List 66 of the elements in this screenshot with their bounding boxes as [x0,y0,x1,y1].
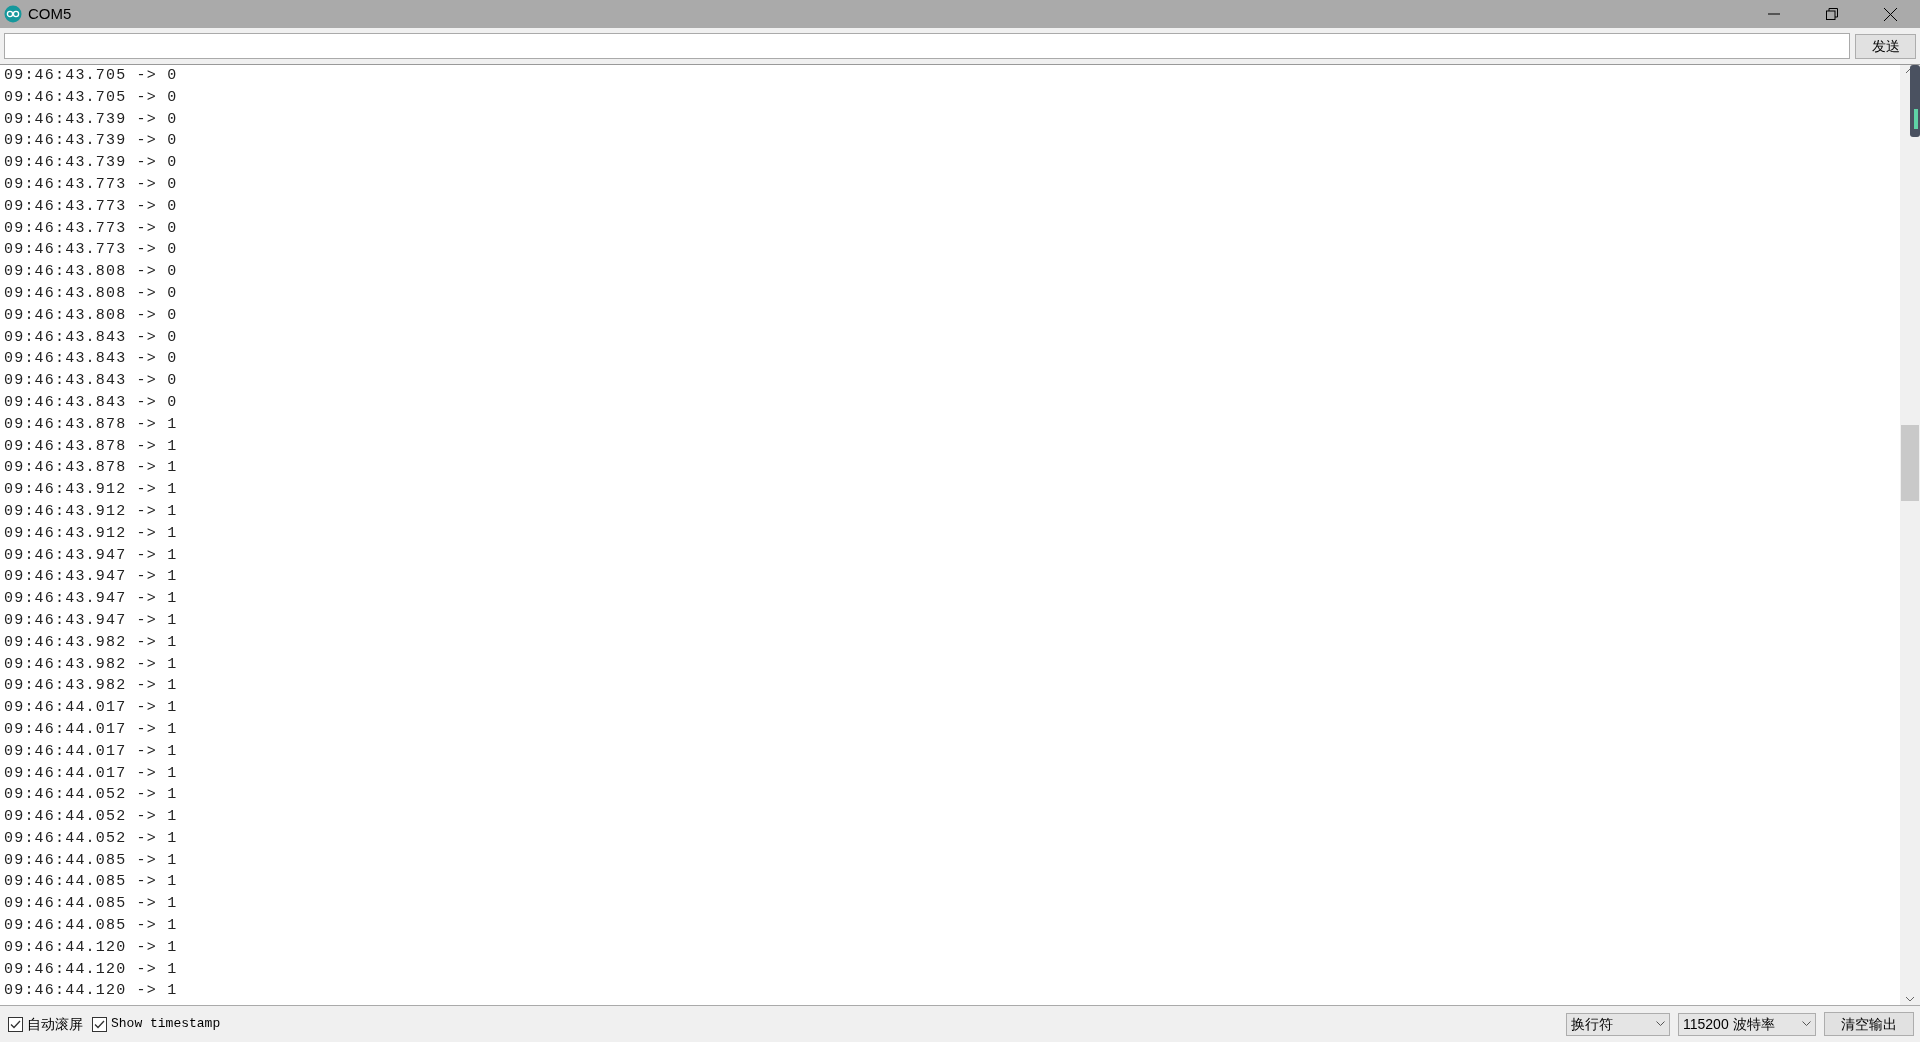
log-line: 09:46:44.120 -> 1 [4,959,179,980]
log-line: 09:46:43.912 -> 1 [4,501,179,522]
log-line: 09:46:43.947 -> 1 [4,545,179,566]
log-line: 09:46:43.843 -> 0 [4,327,179,348]
log-line: 09:46:43.982 -> 1 [4,676,179,697]
log-line: 09:46:43.843 -> 0 [4,349,179,370]
log-line: 09:46:44.085 -> 1 [4,850,179,871]
checkbox-label: Show timestamp [111,1015,221,1034]
scrollbar-thumb[interactable] [1901,425,1919,501]
log-line: 09:46:43.878 -> 1 [4,414,179,435]
dropdown[interactable]: 115200 波特率 [1678,1012,1816,1036]
log-line: 09:46:44.085 -> 1 [4,916,179,937]
log-line: 09:46:44.085 -> 1 [4,872,179,893]
log-line: 09:46:43.947 -> 1 [4,610,179,631]
checkbox[interactable] [92,1016,107,1032]
log-line: 09:46:43.705 -> 0 [4,87,179,108]
scroll-down-icon[interactable] [1905,995,1915,1003]
scrollbar[interactable] [1900,65,1920,1005]
meter-icon [1910,65,1920,137]
log-line: 09:46:43.982 -> 1 [4,654,179,675]
dropdown-value: 115200 波特率 [1683,1014,1775,1034]
log-line: 09:46:44.017 -> 1 [4,719,179,740]
log-line: 09:46:43.947 -> 1 [4,589,179,610]
window-title: COM5 [28,3,72,24]
dropdown-value: 换行符 [1571,1014,1613,1034]
log-line: 09:46:43.773 -> 0 [4,240,179,261]
close-icon[interactable] [1884,7,1897,21]
log-line: 09:46:44.017 -> 1 [4,763,179,784]
log-line: 09:46:43.878 -> 1 [4,436,179,457]
log-line: 09:46:44.017 -> 1 [4,741,179,762]
log-line: 09:46:44.120 -> 1 [4,937,179,958]
send-button[interactable]: 发送 [1855,33,1916,59]
log-line: 09:46:43.878 -> 1 [4,458,179,479]
caret-icon [1802,1021,1811,1027]
restore-icon[interactable] [1826,8,1838,20]
check-icon [10,1018,21,1030]
log-line: 09:46:43.843 -> 0 [4,392,179,413]
log-line: 09:46:44.052 -> 1 [4,807,179,828]
log-line: 09:46:43.739 -> 0 [4,109,179,130]
log-line: 09:46:43.773 -> 0 [4,218,179,239]
dropdown[interactable]: 换行符 [1566,1012,1670,1036]
check-icon [94,1018,105,1030]
log-line: 09:46:43.808 -> 0 [4,305,179,326]
log-line: 09:46:43.808 -> 0 [4,262,179,283]
log-line: 09:46:43.808 -> 0 [4,283,179,304]
log-line: 09:46:43.773 -> 0 [4,175,179,195]
log-line: 09:46:44.085 -> 1 [4,894,179,915]
log-line: 09:46:43.982 -> 1 [4,632,179,653]
log-line: 09:46:43.739 -> 0 [4,153,179,174]
log-line: 09:46:43.705 -> 0 [4,66,179,86]
log-line: 09:46:43.773 -> 0 [4,196,179,217]
log-line: 09:46:44.052 -> 1 [4,828,179,849]
caret-icon [1656,1021,1665,1027]
log-line: 09:46:43.843 -> 0 [4,371,179,392]
log-line: 09:46:44.017 -> 1 [4,698,179,719]
log-line: 09:46:43.739 -> 0 [4,131,179,152]
log-line: 09:46:43.912 -> 1 [4,523,179,544]
app-logo-icon [4,5,22,23]
checkbox[interactable] [8,1016,23,1032]
checkbox-label: 自动滚屏 [27,1014,83,1034]
input-field[interactable] [4,33,1850,59]
log-line: 09:46:44.120 -> 1 [4,981,179,1002]
log-line: 09:46:43.947 -> 1 [4,567,179,588]
clear-output-button[interactable]: 清空输出 [1824,1012,1914,1036]
log-line: 09:46:44.052 -> 1 [4,785,179,806]
log-line: 09:46:43.912 -> 1 [4,480,179,501]
